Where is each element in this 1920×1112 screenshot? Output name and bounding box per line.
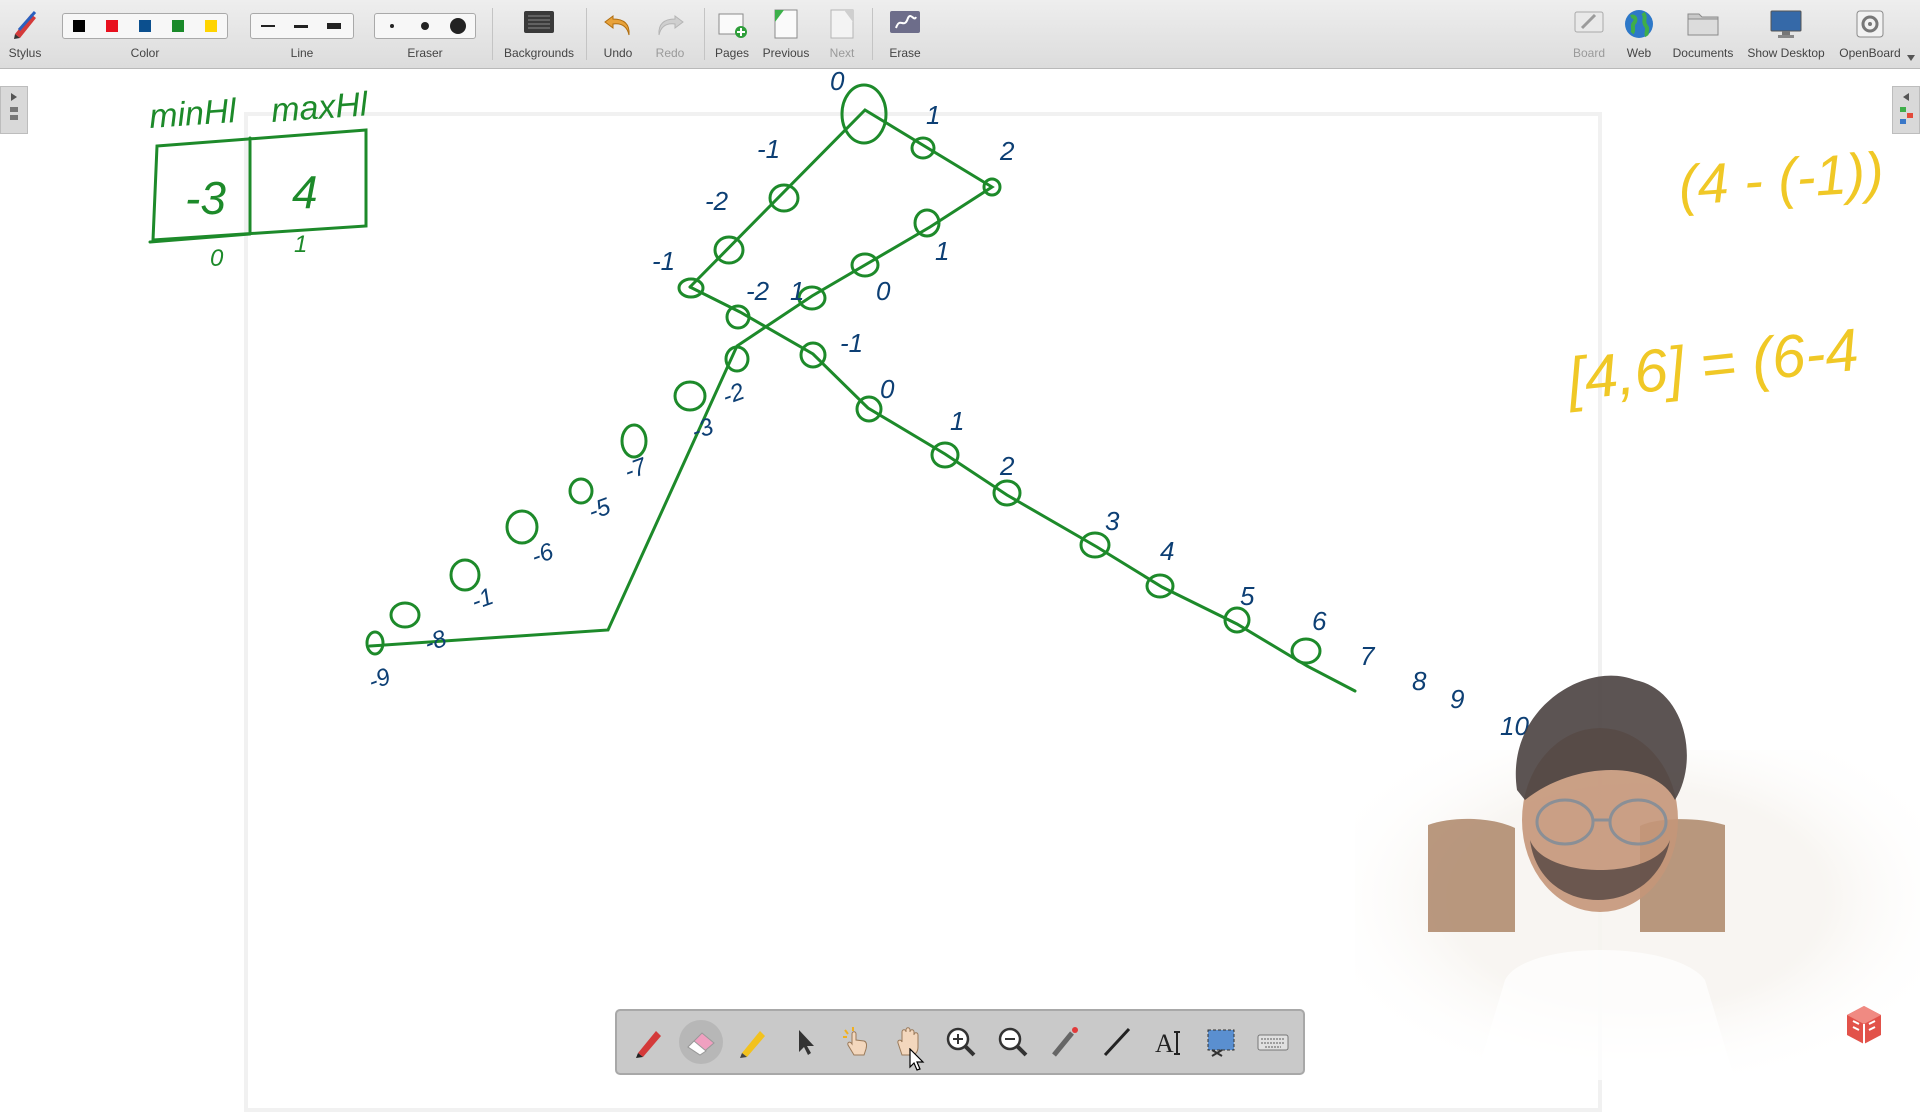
level-label: 0 (880, 374, 895, 404)
zoom-in-icon (946, 1027, 976, 1057)
mouse-cursor-icon (909, 1048, 925, 1071)
upper-path (368, 108, 995, 648)
level-label: -2 (705, 186, 729, 216)
zoom-out-tool[interactable] (991, 1020, 1035, 1064)
level-label: -6 (528, 538, 558, 571)
level-label: 3 (1105, 506, 1120, 536)
eraser-icon (687, 1032, 715, 1056)
table-header: maxHl (270, 85, 370, 130)
zoom-out-icon (998, 1027, 1028, 1057)
level-label: -1 (468, 583, 497, 616)
right-note: (4 - (-1)) (1676, 140, 1885, 217)
node-circles (365, 83, 1322, 665)
level-label: 1 (926, 100, 940, 130)
keyboard-icon (1257, 1034, 1289, 1051)
marker-icon (740, 1031, 765, 1058)
level-label: 0 (830, 66, 845, 96)
svg-text:A: A (1155, 1029, 1174, 1058)
level-label: 2 (999, 136, 1015, 166)
selector-tool[interactable] (783, 1020, 827, 1064)
table-index: 1 (294, 231, 307, 258)
line-icon (1103, 1027, 1131, 1057)
interactor-icon (843, 1027, 868, 1056)
table-index: 0 (210, 245, 224, 272)
crossing-path (688, 285, 1357, 693)
capture-tool[interactable] (1199, 1020, 1243, 1064)
keyboard-tool[interactable] (1251, 1020, 1295, 1064)
level-label: 2 (999, 451, 1015, 481)
marker-tool[interactable] (731, 1020, 775, 1064)
laser-pointer-icon (1052, 1027, 1078, 1057)
level-label: -2 (746, 276, 770, 306)
level-label: -3 (688, 413, 718, 446)
interactor-tool[interactable] (835, 1020, 879, 1064)
table-header: minHl (148, 92, 239, 136)
laser-pointer-tool[interactable] (1043, 1020, 1087, 1064)
level-label: -1 (757, 134, 780, 164)
app-logo-icon (1847, 1006, 1881, 1044)
eraser-tool[interactable] (679, 1020, 723, 1064)
presenter-webcam-overlay (1355, 675, 1920, 1080)
level-label: 1 (935, 236, 949, 266)
level-label: -1 (840, 328, 863, 358)
level-label: -9 (365, 663, 394, 696)
pen-tool[interactable] (627, 1020, 671, 1064)
level-label: -2 (719, 378, 748, 411)
table-value: -3 (185, 172, 226, 224)
line-tool[interactable] (1095, 1020, 1139, 1064)
table-value: 4 (292, 166, 318, 218)
level-label: -5 (585, 493, 615, 526)
level-label: -1 (652, 246, 675, 276)
zoom-in-tool[interactable] (939, 1020, 983, 1064)
capture-icon (1207, 1029, 1235, 1057)
selector-icon (799, 1030, 814, 1055)
level-label: 5 (1240, 581, 1255, 611)
level-label: -8 (421, 625, 451, 658)
level-label: 1 (790, 276, 804, 306)
right-note: [4,6] = (6-4 (1562, 316, 1861, 413)
level-label: 1 (950, 406, 964, 436)
tool-dock: A (615, 1009, 1305, 1075)
level-label: -7 (621, 452, 652, 485)
level-label: 6 (1312, 606, 1327, 636)
level-label: 4 (1160, 536, 1174, 566)
text-tool[interactable]: A (1147, 1020, 1191, 1064)
text-icon: A (1155, 1029, 1180, 1058)
level-label: 0 (876, 276, 891, 306)
pen-icon (636, 1031, 661, 1058)
